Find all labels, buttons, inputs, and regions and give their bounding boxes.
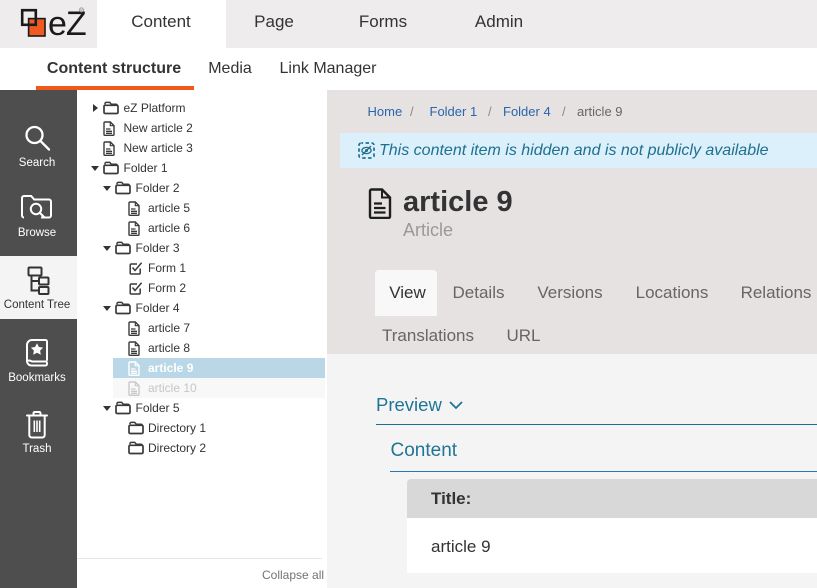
svg-text:R: R xyxy=(80,8,83,13)
